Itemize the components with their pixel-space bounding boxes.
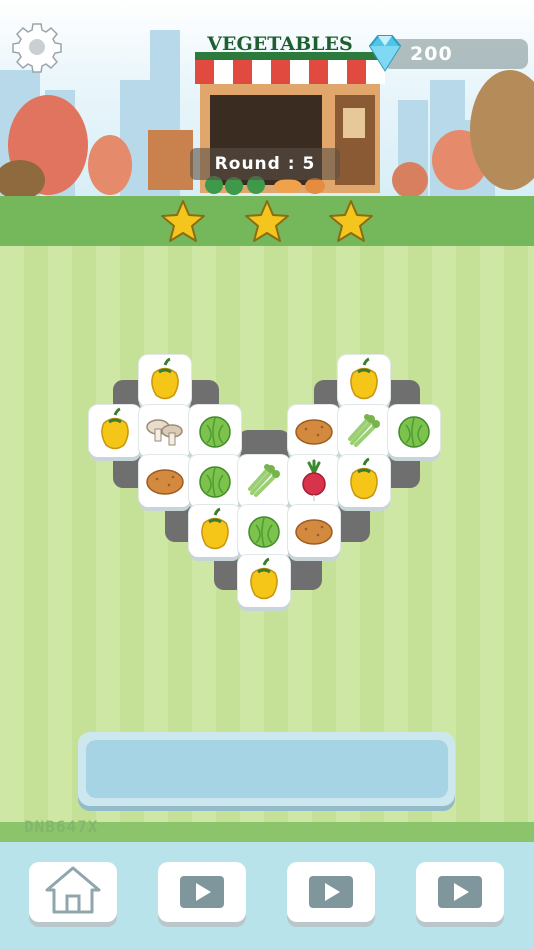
tile-potato[interactable] (288, 505, 340, 557)
tile-yellow-pepper[interactable] (89, 405, 141, 457)
tile-potato[interactable] (288, 405, 340, 457)
video-icon (309, 876, 353, 908)
tile-yellow-pepper[interactable] (338, 455, 390, 507)
cabbage-icon (199, 466, 231, 498)
potato-icon (146, 469, 184, 495)
tile-yellow-pepper[interactable] (139, 355, 191, 407)
home-icon (45, 866, 101, 914)
yellow-pepper-icon (350, 357, 378, 400)
tile-celery[interactable] (338, 405, 390, 457)
tile-mushrooms[interactable] (139, 405, 191, 457)
mushrooms-icon (146, 419, 183, 446)
tile-tray-slots (86, 740, 448, 798)
gem-count: 200 (410, 43, 453, 65)
tile-cabbage[interactable] (189, 455, 241, 507)
tile-yellow-pepper[interactable] (338, 355, 390, 407)
video-reward-button-3[interactable] (416, 862, 504, 922)
tile-cabbage[interactable] (238, 505, 290, 557)
settings-gear-icon[interactable] (10, 20, 64, 74)
cabbage-icon (199, 416, 231, 448)
yellow-pepper-icon (201, 507, 229, 550)
yellow-pepper-icon (350, 457, 378, 500)
cabbage-icon (248, 516, 280, 548)
watermark-text: DNB647X (24, 817, 99, 836)
diamond-icon (368, 35, 402, 72)
star-3-icon (329, 200, 373, 242)
celery-icon (348, 414, 380, 447)
yellow-pepper-icon (250, 557, 278, 600)
tile-cabbage[interactable] (388, 405, 440, 457)
video-reward-button-2[interactable] (287, 862, 375, 922)
tile-celery[interactable] (238, 455, 290, 507)
round-label: Round : (214, 154, 296, 174)
round-text: Round : 5 (190, 151, 340, 177)
shop-title: VEGETABLES (207, 33, 353, 55)
potato-icon (295, 419, 333, 445)
yellow-pepper-icon (101, 407, 129, 450)
tile-potato[interactable] (139, 455, 191, 507)
tile-yellow-pepper[interactable] (189, 505, 241, 557)
celery-icon (248, 464, 280, 497)
tile-radish[interactable] (288, 455, 340, 507)
home-button[interactable] (29, 862, 117, 922)
tile-yellow-pepper[interactable] (238, 555, 290, 607)
cabbage-icon (398, 416, 430, 448)
potato-icon (295, 519, 333, 545)
video-icon (180, 876, 224, 908)
tile-cabbage[interactable] (189, 405, 241, 457)
game-screen: VEGETABLES 200 Round : 5 DNB647X (0, 0, 534, 949)
video-reward-button-1[interactable] (158, 862, 246, 922)
yellow-pepper-icon (151, 357, 179, 400)
star-2-icon (245, 200, 289, 242)
video-icon (438, 876, 482, 908)
round-number: 5 (302, 154, 316, 174)
star-1-icon (161, 200, 205, 242)
radish-icon (302, 459, 326, 501)
